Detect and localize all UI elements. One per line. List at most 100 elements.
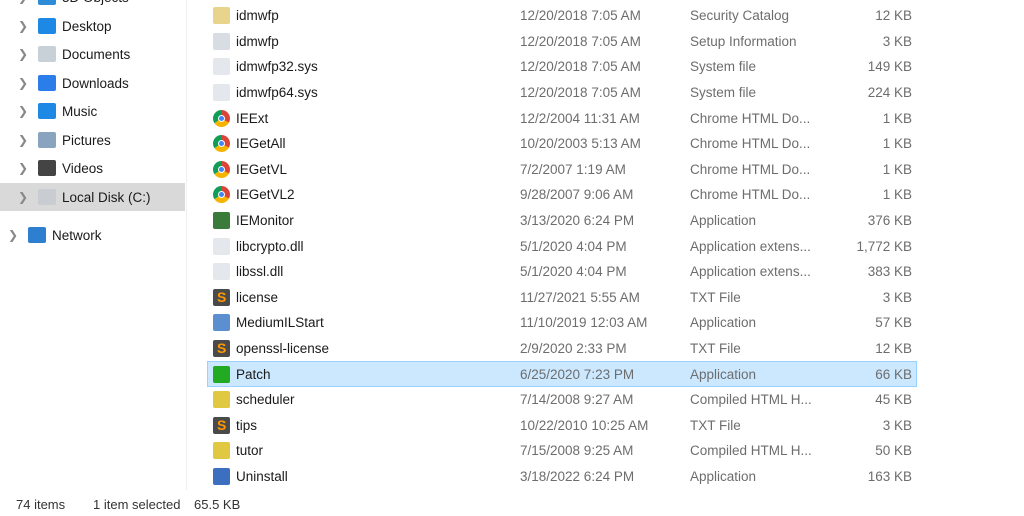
file-name: scheduler: [236, 392, 295, 408]
selection-size: 65.5 KB: [194, 497, 241, 512]
file-row[interactable]: IEGetAll 10/20/2003 5:13 AM Chrome HTML …: [207, 131, 917, 157]
nav-item-label: Pictures: [62, 132, 111, 148]
file-type: Chrome HTML Do...: [690, 136, 811, 152]
file-row[interactable]: IEMonitor 3/13/2020 6:24 PM Application …: [207, 208, 917, 234]
nav-item-label: Downloads: [62, 75, 129, 91]
chrome-icon: [213, 135, 230, 153]
chevron-right-icon[interactable]: ❯: [18, 0, 28, 4]
uninstall-icon: [213, 467, 230, 485]
chevron-right-icon[interactable]: ❯: [8, 228, 18, 242]
file-row[interactable]: S license 11/27/2021 5:55 AM TXT File 3 …: [207, 285, 917, 311]
file-row[interactable]: scheduler 7/14/2008 9:27 AM Compiled HTM…: [207, 387, 917, 413]
nav-item-pictures[interactable]: ❯ Pictures: [0, 126, 185, 154]
file-size: 1 KB: [882, 110, 912, 126]
file-date: 12/20/2018 7:05 AM: [520, 85, 641, 101]
file-type: Application: [690, 213, 757, 229]
file-name: idmwfp: [236, 8, 279, 24]
file-row[interactable]: MediumILStart 11/10/2019 12:03 AM Applic…: [207, 310, 917, 336]
file-date: 6/25/2020 7:23 PM: [520, 366, 635, 382]
file-size: 57 KB: [875, 315, 912, 331]
pictures-icon: [38, 132, 56, 148]
music-icon: [38, 103, 56, 119]
file-size: 1 KB: [882, 187, 912, 203]
file-type: System file: [690, 85, 757, 101]
chrome-icon: [213, 109, 230, 127]
file-row[interactable]: S openssl-license 2/9/2020 2:33 PM TXT F…: [207, 336, 917, 362]
dll-icon: [213, 237, 230, 255]
system-file-icon: [213, 84, 230, 102]
file-date: 3/18/2022 6:24 PM: [520, 468, 635, 484]
file-size: 224 KB: [867, 85, 912, 101]
file-type: Chrome HTML Do...: [690, 110, 811, 126]
file-name: openssl-license: [236, 341, 330, 357]
file-type: Application extens...: [690, 264, 811, 280]
system-file-icon: [213, 58, 230, 76]
file-size: 376 KB: [867, 213, 912, 229]
nav-item-label: Videos: [62, 160, 104, 176]
desktop-icon: [38, 18, 56, 34]
file-name: libssl.dll: [236, 264, 284, 280]
file-name: Uninstall: [236, 468, 288, 484]
file-date: 11/27/2021 5:55 AM: [520, 289, 640, 305]
chevron-right-icon[interactable]: ❯: [18, 104, 28, 118]
chevron-right-icon[interactable]: ❯: [18, 47, 28, 61]
file-size: 383 KB: [867, 264, 912, 280]
file-size: 1 KB: [882, 136, 912, 152]
chevron-right-icon[interactable]: ❯: [18, 76, 28, 90]
file-row[interactable]: IEExt 12/2/2004 11:31 AM Chrome HTML Do.…: [207, 105, 917, 131]
chevron-right-icon[interactable]: ❯: [18, 19, 28, 33]
file-name: Patch: [236, 366, 271, 382]
file-name: IEExt: [236, 110, 269, 126]
file-size: 66 KB: [875, 366, 912, 382]
file-name: license: [236, 289, 279, 305]
file-date: 5/1/2020 4:04 PM: [520, 238, 627, 254]
nav-item-documents[interactable]: ❯ Documents: [0, 40, 185, 68]
nav-item-music[interactable]: ❯ Music: [0, 97, 185, 125]
file-row[interactable]: IEGetVL 7/2/2007 1:19 AM Chrome HTML Do.…: [207, 157, 917, 183]
file-row[interactable]: IEGetVL2 9/28/2007 9:06 AM Chrome HTML D…: [207, 182, 917, 208]
file-name: idmwfp32.sys: [236, 59, 318, 75]
file-row[interactable]: idmwfp 12/20/2018 7:05 AM Setup Informat…: [207, 29, 917, 55]
file-name: IEMonitor: [236, 213, 294, 229]
nav-item-3d-objects[interactable]: ❯ 3D Objects: [0, 0, 185, 11]
file-row[interactable]: libcrypto.dll 5/1/2020 4:04 PM Applicati…: [207, 233, 917, 259]
file-type: Setup Information: [690, 33, 797, 49]
nav-item-network[interactable]: ❯ Network: [0, 221, 185, 249]
file-row[interactable]: S tips 10/22/2010 10:25 AM TXT File 3 KB: [207, 413, 917, 439]
file-date: 12/2/2004 11:31 AM: [520, 110, 640, 126]
patch-icon: [213, 365, 230, 383]
chevron-right-icon[interactable]: ❯: [18, 190, 28, 204]
file-date: 11/10/2019 12:03 AM: [520, 315, 648, 331]
chevron-right-icon[interactable]: ❯: [18, 133, 28, 147]
file-row[interactable]: idmwfp64.sys 12/20/2018 7:05 AM System f…: [207, 80, 917, 106]
file-row[interactable]: tutor 7/15/2008 9:25 AM Compiled HTML H.…: [207, 438, 917, 464]
iemonitor-icon: [213, 212, 230, 230]
nav-item-downloads[interactable]: ❯ Downloads: [0, 69, 185, 97]
file-row[interactable]: Patch 6/25/2020 7:23 PM Application 66 K…: [207, 361, 917, 387]
file-type: Application extens...: [690, 238, 811, 254]
nav-item-videos[interactable]: ❯ Videos: [0, 154, 185, 182]
file-size: 149 KB: [867, 59, 912, 75]
file-name: tips: [236, 417, 258, 433]
file-row[interactable]: libssl.dll 5/1/2020 4:04 PM Application …: [207, 259, 917, 285]
file-type: Chrome HTML Do...: [690, 161, 811, 177]
file-type: TXT File: [690, 341, 741, 357]
file-size: 50 KB: [875, 443, 912, 459]
file-name: IEGetVL2: [236, 187, 295, 203]
file-type: Security Catalog: [690, 8, 790, 24]
file-size: 3 KB: [882, 289, 912, 305]
chrome-icon: [213, 186, 230, 204]
file-type: Compiled HTML H...: [690, 392, 812, 408]
sublime-text-icon: S: [213, 416, 230, 434]
file-type: Application: [690, 366, 757, 382]
nav-item-local-disk-c[interactable]: ❯ Local Disk (C:): [0, 183, 185, 211]
nav-item-label: 3D Objects: [62, 0, 129, 5]
file-row[interactable]: Uninstall 3/18/2022 6:24 PM Application …: [207, 464, 917, 490]
file-name: IEGetVL: [236, 161, 288, 177]
file-row[interactable]: idmwfp32.sys 12/20/2018 7:05 AM System f…: [207, 54, 917, 80]
nav-item-desktop[interactable]: ❯ Desktop: [0, 12, 185, 40]
file-type: TXT File: [690, 289, 741, 305]
file-row[interactable]: idmwfp 12/20/2018 7:05 AM Security Catal…: [207, 3, 917, 29]
local-disk-icon: [38, 189, 56, 205]
chevron-right-icon[interactable]: ❯: [18, 161, 28, 175]
